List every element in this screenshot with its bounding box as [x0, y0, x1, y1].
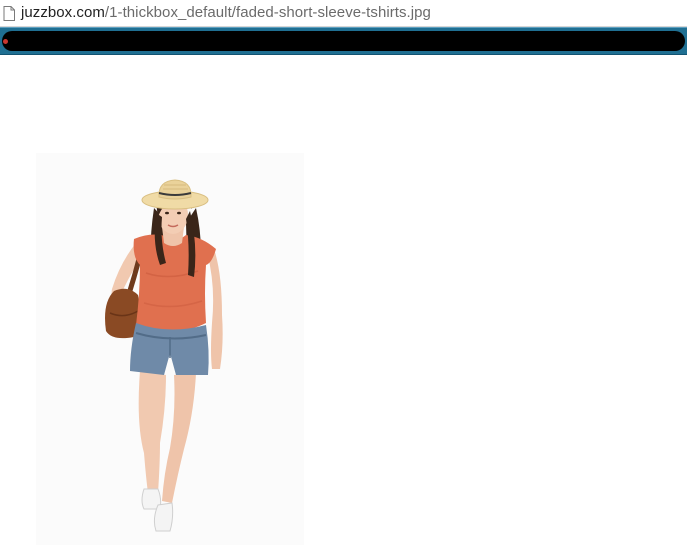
product-image [36, 153, 304, 545]
address-bar[interactable]: juzzbox.com/1-thickbox_default/faded-sho… [0, 0, 687, 27]
url-domain: juzzbox.com [21, 4, 105, 21]
straw-hat-crown [158, 179, 192, 200]
right-shoe [153, 502, 174, 532]
info-bar [0, 27, 687, 55]
url-path: /1-thickbox_default/faded-short-sleeve-t… [104, 4, 431, 21]
right-leg [162, 373, 196, 503]
document-icon [3, 6, 15, 21]
model-illustration [105, 179, 223, 532]
t-shirt [133, 234, 216, 332]
url-text[interactable]: juzzbox.com/1-thickbox_default/faded-sho… [21, 4, 431, 22]
left-leg [138, 371, 166, 493]
info-bar-indicator-icon [3, 39, 8, 44]
redacted-content [2, 31, 685, 51]
